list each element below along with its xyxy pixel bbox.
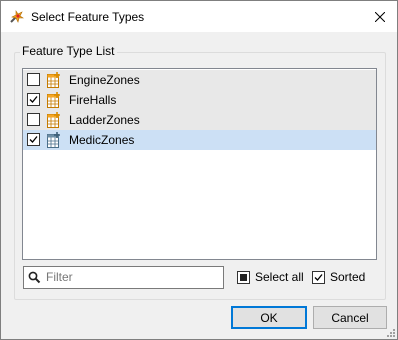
check-icon [29, 96, 38, 103]
sorted-checkbox[interactable] [312, 270, 325, 284]
filter-field[interactable] [23, 266, 224, 289]
ok-button[interactable]: OK [231, 306, 307, 329]
search-icon [28, 271, 41, 284]
item-label: EngineZones [69, 73, 140, 87]
item-label: LadderZones [69, 113, 140, 127]
close-button[interactable] [363, 1, 397, 32]
sorted-label: Sorted [330, 270, 366, 284]
item-label: MedicZones [69, 133, 135, 147]
sorted-option[interactable]: Sorted [312, 270, 365, 284]
close-icon [375, 11, 385, 22]
feature-type-icon [47, 132, 61, 148]
list-item-selected[interactable]: MedicZones [23, 130, 376, 150]
feature-type-icon [47, 92, 61, 108]
item-label: FireHalls [69, 93, 117, 107]
list-item[interactable]: FireHalls [23, 90, 376, 110]
select-all-checkbox[interactable] [237, 270, 250, 284]
item-checkbox[interactable] [27, 93, 40, 106]
select-all-option[interactable]: Select all [237, 270, 304, 284]
feature-type-list[interactable]: EngineZones FireHalls LadderZones MedicZ… [22, 68, 377, 260]
check-icon [314, 273, 323, 281]
dialog-window: Select Feature Types Feature Type List E… [0, 0, 398, 340]
list-item[interactable]: LadderZones [23, 110, 376, 130]
title-bar: Select Feature Types [1, 1, 397, 32]
item-checkbox[interactable] [27, 113, 40, 126]
filter-input[interactable] [46, 268, 216, 286]
item-checkbox[interactable] [27, 133, 40, 146]
resize-grip-icon[interactable] [385, 327, 395, 337]
fme-app-icon [9, 9, 25, 25]
group-title: Feature Type List [20, 44, 117, 58]
check-icon [29, 136, 38, 143]
list-item[interactable]: EngineZones [23, 70, 376, 90]
select-all-label: Select all [255, 270, 304, 284]
feature-type-icon [47, 72, 61, 88]
cancel-button[interactable]: Cancel [313, 306, 387, 329]
item-checkbox[interactable] [27, 73, 40, 86]
feature-type-icon [47, 112, 61, 128]
window-title: Select Feature Types [31, 10, 145, 24]
